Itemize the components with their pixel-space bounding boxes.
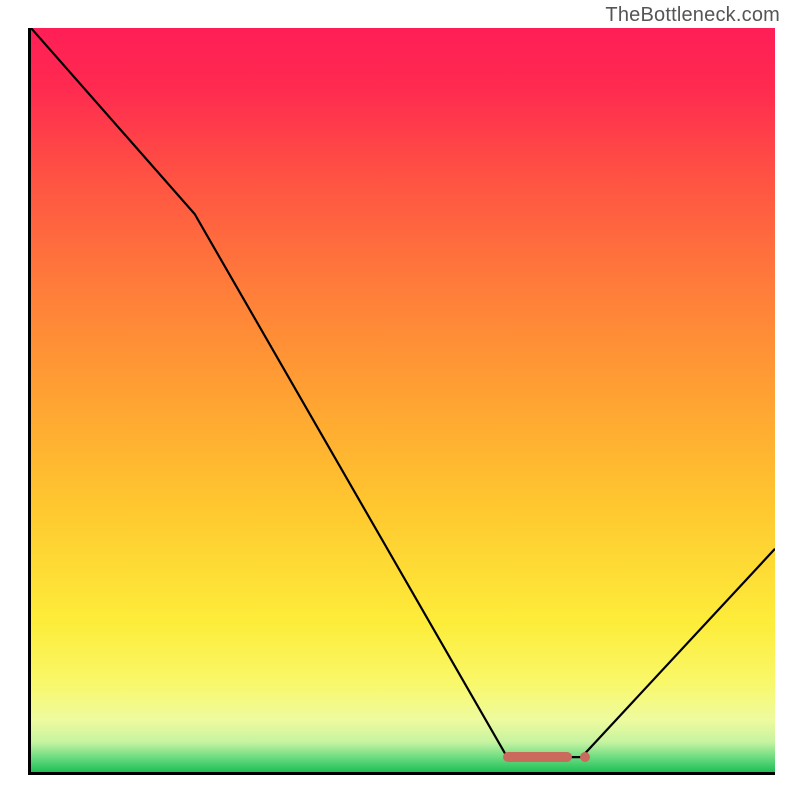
chart-curve xyxy=(31,28,775,772)
chart-plot-area xyxy=(28,28,775,775)
chart-marker-segment xyxy=(503,752,571,762)
watermark-text: TheBottleneck.com xyxy=(605,4,780,27)
chart-marker-dot xyxy=(580,752,590,762)
